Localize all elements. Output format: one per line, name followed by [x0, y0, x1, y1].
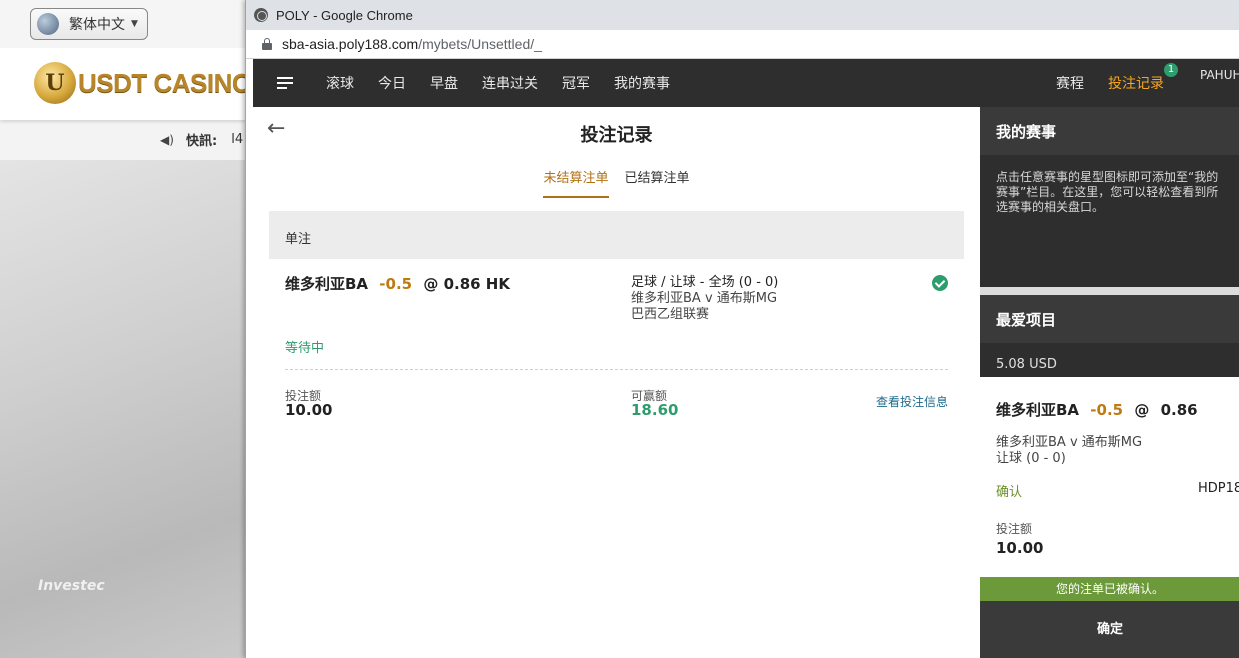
nav-item-parlay[interactable]: 连串过关	[482, 73, 538, 93]
ok-button[interactable]: 确定	[980, 601, 1239, 658]
window-title: POLY - Google Chrome	[276, 7, 413, 23]
nav-item-today[interactable]: 今日	[378, 73, 406, 93]
logo-band: U USDT CASINO	[0, 48, 260, 120]
my-events-title: 我的赛事	[980, 107, 1239, 155]
logo-text: USDT CASINO	[78, 68, 252, 98]
window-titlebar[interactable]: POLY - Google Chrome	[246, 0, 1239, 30]
bet-match: 维多利亚BA v 通布斯MG	[631, 291, 778, 306]
favorites-title: 最爱项目	[980, 295, 1239, 343]
nav-right: 赛程 投注记录 1 PAHUH	[1056, 59, 1239, 107]
nav-item-outright[interactable]: 冠军	[562, 73, 590, 93]
card-confirm-status: 确认	[996, 485, 1023, 500]
bet-item: 维多利亚BA -0.5 @ 0.86 HK 足球 / 让球 - 全场 (0 - …	[269, 259, 964, 439]
divider	[285, 369, 948, 370]
sponsor-text: Investec	[38, 578, 105, 594]
bet-confirmed-message: 您的注单已被确认。	[980, 577, 1239, 601]
stake-value: 10.00	[285, 401, 333, 419]
nav-item-early[interactable]: 早盘	[430, 73, 458, 93]
news-ticker: ◀) 快訊: l4	[160, 130, 243, 149]
card-ref: HDP18	[1198, 481, 1239, 496]
nav-item-bet-history[interactable]: 投注记录 1	[1108, 63, 1178, 93]
nav-item-my-events[interactable]: 我的赛事	[614, 73, 670, 93]
address-bar[interactable]: sba-asia.poly188.com/mybets/Unsettled/_	[246, 30, 1239, 59]
speaker-icon: ◀)	[160, 132, 174, 147]
section-header-single: 单注	[269, 211, 964, 259]
logo-icon: U	[34, 62, 76, 104]
bet-handicap: -0.5	[379, 275, 413, 293]
lock-icon[interactable]	[262, 38, 272, 50]
url-path: /mybets/Unsettled/_	[418, 36, 542, 52]
nav-item-live[interactable]: 滚球	[326, 73, 354, 93]
view-bet-info-link[interactable]: 查看投注信息	[876, 393, 948, 410]
bet-market-info: 足球 / 让球 - 全场 (0 - 0) 维多利亚BA v 通布斯MG 巴西乙组…	[631, 275, 778, 323]
menu-icon[interactable]	[277, 77, 293, 89]
check-circle-icon	[932, 275, 948, 291]
bet-tabs: 未结算注单 已结算注单	[253, 165, 980, 198]
bet-team: 维多利亚BA	[285, 275, 369, 293]
language-label: 繁体中文	[69, 17, 125, 33]
site-nav: 滚球 今日 早盘 连串过关 冠军 我的赛事 赛程 投注记录 1 PAHUH	[253, 59, 1239, 107]
news-text: l4	[231, 132, 244, 147]
globe-icon	[37, 13, 59, 35]
my-events-text: 点击任意赛事的星型图标即可添加至“我的赛事”栏目。在这里，您可以轻松查看到所选赛…	[980, 155, 1239, 287]
url-host: sba-asia.poly188.com	[282, 36, 419, 52]
bet-confirm-card: 维多利亚BA -0.5 @ 0.86 维多利亚BA v 通布斯MG 让球 (0 …	[980, 377, 1239, 577]
bet-at: @	[423, 275, 439, 293]
card-match-info: 维多利亚BA v 通布斯MG 让球 (0 - 0)	[996, 435, 1142, 467]
page-title: 投注记录	[580, 125, 653, 146]
bet-market: 足球 / 让球 - 全场 (0 - 0)	[631, 275, 779, 290]
tab-settled[interactable]: 已结算注单	[625, 165, 690, 198]
main-content: ← 投注记录 未结算注单 已结算注单 单注 维多利亚BA -0.5 @ 0.86…	[253, 107, 980, 658]
browser-window: POLY - Google Chrome sba-asia.poly188.co…	[245, 0, 1239, 658]
card-match: 维多利亚BA v 通布斯MG	[996, 435, 1143, 450]
chevron-down-icon: ▼	[131, 19, 138, 29]
card-selection: 维多利亚BA -0.5 @ 0.86	[996, 399, 1198, 420]
bet-status: 等待中	[285, 341, 325, 356]
app-icon	[254, 8, 268, 22]
card-stake-value: 10.00	[996, 539, 1044, 557]
user-account[interactable]: PAHUH	[1200, 68, 1239, 82]
right-sidebar: 我的赛事 点击任意赛事的星型图标即可添加至“我的赛事”栏目。在这里，您可以轻松查…	[980, 107, 1239, 658]
bets-count-badge: 1	[1164, 63, 1178, 77]
card-at: @	[1134, 401, 1150, 419]
bet-league: 巴西乙组联赛	[631, 307, 710, 322]
news-label: 快訊:	[186, 134, 218, 149]
bet-selection: 维多利亚BA -0.5 @ 0.86 HK	[285, 273, 510, 294]
nav-bets-label: 投注记录	[1108, 76, 1164, 92]
card-handicap: -0.5	[1090, 401, 1124, 419]
balance: 5.08 USD	[980, 343, 1239, 377]
tab-unsettled[interactable]: 未结算注单	[543, 165, 609, 198]
bet-odds: 0.86 HK	[443, 275, 510, 293]
win-value: 18.60	[631, 401, 679, 419]
card-stake-label: 投注额	[996, 522, 1033, 536]
nav-item-schedule[interactable]: 赛程	[1056, 73, 1084, 93]
language-select[interactable]: 繁体中文 ▼	[30, 8, 148, 40]
card-odds: 0.86	[1160, 401, 1198, 419]
card-team: 维多利亚BA	[996, 401, 1080, 419]
card-market: 让球 (0 - 0)	[996, 451, 1066, 466]
